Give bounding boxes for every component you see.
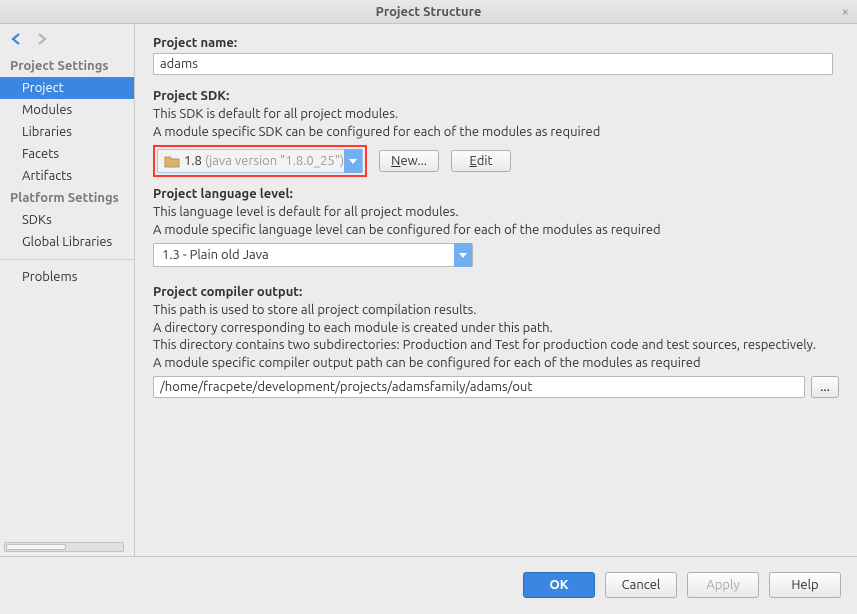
- sidebar-heading-project-settings: Project Settings: [0, 55, 134, 77]
- sidebar-item-libraries[interactable]: Libraries: [0, 121, 134, 143]
- sidebar-item-sdks[interactable]: SDKs: [0, 209, 134, 231]
- help-button[interactable]: Help: [769, 572, 841, 598]
- dropdown-arrow-icon: [344, 149, 362, 173]
- compiler-out-desc4: A module specific compiler output path c…: [153, 355, 839, 373]
- compiler-output-input[interactable]: [153, 376, 805, 398]
- compiler-out-desc1: This path is used to store all project c…: [153, 302, 839, 320]
- project-name-input[interactable]: [153, 53, 833, 75]
- sidebar-item-modules[interactable]: Modules: [0, 99, 134, 121]
- folder-icon: [164, 154, 180, 168]
- apply-button[interactable]: Apply: [687, 572, 759, 598]
- ok-button[interactable]: OK: [523, 572, 595, 598]
- sidebar-separator: [0, 259, 134, 260]
- forward-icon[interactable]: [34, 32, 48, 49]
- back-icon[interactable]: [10, 32, 24, 49]
- language-level-dropdown[interactable]: 1.3 - Plain old Java: [153, 243, 473, 267]
- edit-sdk-button[interactable]: Edit: [451, 150, 511, 172]
- compiler-out-desc3: This directory contains two subdirectori…: [153, 337, 839, 355]
- lang-level-desc2: A module specific language level can be …: [153, 222, 839, 240]
- project-sdk-dropdown[interactable]: 1.8 (java version "1.8.0_25"): [157, 149, 363, 173]
- compiler-out-desc2: A directory corresponding to each module…: [153, 320, 839, 338]
- window-title: Project Structure: [376, 5, 482, 19]
- compiler-output-label: Project compiler output:: [153, 285, 839, 299]
- sidebar-item-project[interactable]: Project: [0, 77, 134, 99]
- sidebar-scrollbar[interactable]: [4, 542, 124, 552]
- sdk-desc1: This SDK is default for all project modu…: [153, 106, 839, 124]
- lang-level-selected: 1.3 - Plain old Java: [154, 248, 454, 262]
- project-name-label: Project name:: [153, 36, 839, 50]
- sidebar-scroll-thumb[interactable]: [6, 544, 66, 550]
- sdk-highlight: 1.8 (java version "1.8.0_25"): [153, 145, 367, 177]
- sidebar-item-global-libraries[interactable]: Global Libraries: [0, 231, 134, 253]
- sidebar: Project Settings Project Modules Librari…: [0, 24, 135, 556]
- browse-output-button[interactable]: ...: [811, 376, 839, 398]
- lang-level-label: Project language level:: [153, 187, 839, 201]
- dialog-footer: OK Cancel Apply Help: [0, 556, 857, 612]
- sdk-desc2: A module specific SDK can be configured …: [153, 124, 839, 142]
- close-icon[interactable]: ×: [842, 5, 849, 19]
- project-sdk-label: Project SDK:: [153, 89, 839, 103]
- new-sdk-button[interactable]: New...: [379, 150, 439, 172]
- cancel-button[interactable]: Cancel: [605, 572, 677, 598]
- title-bar: Project Structure ×: [0, 0, 857, 24]
- sidebar-item-artifacts[interactable]: Artifacts: [0, 165, 134, 187]
- main-panel: Project name: Project SDK: This SDK is d…: [135, 24, 857, 556]
- lang-level-desc1: This language level is default for all p…: [153, 204, 839, 222]
- sidebar-item-facets[interactable]: Facets: [0, 143, 134, 165]
- dropdown-arrow-icon: [454, 243, 472, 267]
- sidebar-heading-platform-settings: Platform Settings: [0, 187, 134, 209]
- sdk-selected-text: 1.8 (java version "1.8.0_25"): [184, 154, 344, 168]
- sidebar-item-problems[interactable]: Problems: [0, 266, 134, 288]
